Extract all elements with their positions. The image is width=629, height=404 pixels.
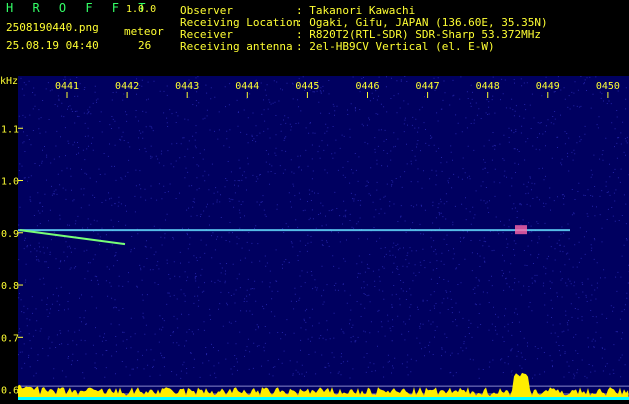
freq-tick-label: 0.7 bbox=[1, 333, 19, 344]
time-tick-label: 0450 bbox=[596, 81, 620, 92]
time-tick-label: 0443 bbox=[175, 81, 199, 92]
spectrogram-svg: 0441 0442 0443 0444 0445 0446 0447 0448 0449 0450… bbox=[0, 76, 629, 400]
time-tick-label: 0441 bbox=[55, 81, 79, 92]
freq-tick-label: 0.8 bbox=[1, 281, 19, 292]
spectrogram-panel: 0441 0442 0443 0444 0445 0446 0447 0448 0449 0450… bbox=[0, 0, 629, 400]
freq-tick-label: 0.6 bbox=[1, 386, 19, 397]
time-tick-label: 0449 bbox=[536, 81, 560, 92]
meteor-echo-burst bbox=[515, 225, 527, 235]
time-tick-label: 0444 bbox=[235, 81, 259, 92]
freq-tick-label: 1.1 bbox=[1, 124, 19, 135]
freq-tick-label: 1.0 bbox=[1, 177, 19, 188]
time-tick-label: 0447 bbox=[416, 81, 440, 92]
time-tick-label: 0442 bbox=[115, 81, 139, 92]
freq-tick-label: 0.9 bbox=[1, 229, 19, 240]
time-tick-label: 0445 bbox=[295, 81, 319, 92]
unit-label: kHz bbox=[0, 76, 18, 87]
time-tick-label: 0448 bbox=[476, 81, 500, 92]
time-tick-label: 0446 bbox=[355, 81, 379, 92]
